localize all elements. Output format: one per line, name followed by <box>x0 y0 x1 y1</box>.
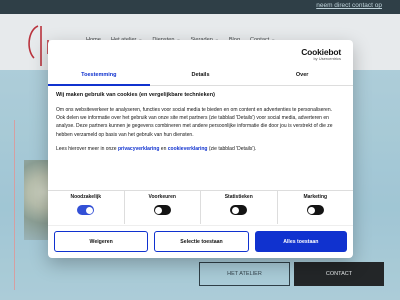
dialog-header: Cookiebot by Usercentrics <box>48 40 353 68</box>
dialog-paragraph: Om ons websiteverkeer te analyseren, fun… <box>56 107 333 138</box>
cookie-policy-link[interactable]: cookieverklaring <box>168 146 208 152</box>
cookie-consent-dialog: Cookiebot by Usercentrics Toestemming De… <box>48 40 353 258</box>
cookiebot-logo[interactable]: Cookiebot by Usercentrics <box>301 47 341 61</box>
tab-over[interactable]: Over <box>251 68 353 85</box>
toggle-noodzakelijk: Noodzakelijk <box>48 191 125 224</box>
more-info-text: Lees hierover meer in onze privacyverkla… <box>56 145 257 152</box>
toggle-voorkeuren: Voorkeuren <box>125 191 201 224</box>
allow-selection-button[interactable]: Selectie toestaan <box>154 231 249 252</box>
voorkeuren-switch[interactable] <box>153 205 171 215</box>
marketing-switch[interactable] <box>306 205 324 215</box>
tab-toestemming[interactable]: Toestemming <box>48 68 150 86</box>
toggle-marketing: Marketing <box>278 191 354 224</box>
dialog-heading: Wij maken gebruik van cookies (en vergel… <box>56 92 215 98</box>
tab-details[interactable]: Details <box>150 68 252 85</box>
noodzakelijk-switch[interactable] <box>77 205 95 215</box>
dialog-tabs: Toestemming Details Over <box>48 68 353 86</box>
toggle-statistieken: Statistieken <box>201 191 278 224</box>
statistieken-switch[interactable] <box>230 205 248 215</box>
deny-button[interactable]: Weigeren <box>54 231 149 252</box>
privacy-link[interactable]: privacyverklaring <box>118 146 159 152</box>
allow-all-button[interactable]: Alles toestaan <box>254 231 347 252</box>
dialog-actions: Weigeren Selectie toestaan Alles toestaa… <box>48 225 353 258</box>
consent-toggles: Noodzakelijk Voorkeuren Statistieken Mar… <box>48 190 353 224</box>
